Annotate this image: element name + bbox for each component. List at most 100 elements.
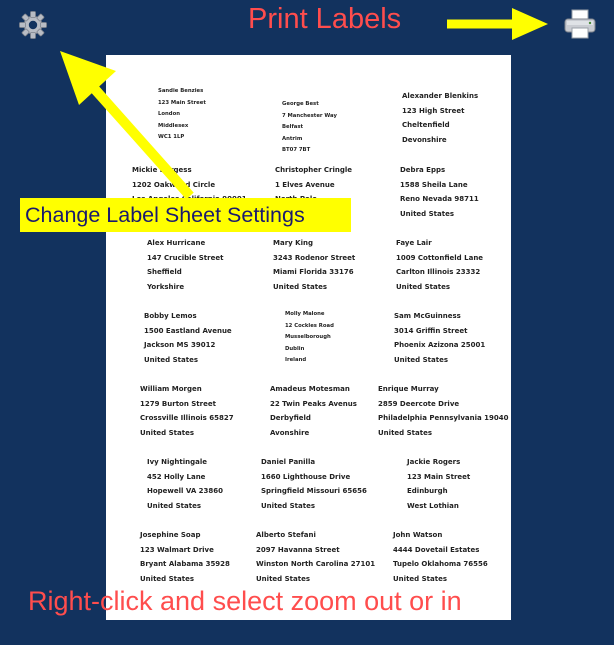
address-line: Mary King [273, 239, 313, 247]
address-line: John Watson [393, 531, 443, 539]
address-line: WC1 1LP [158, 134, 185, 140]
address-label: Sam McGuinness 3014 Griffin Street Phoenix… [394, 309, 485, 367]
address-line: 3014 Griffin Street [394, 326, 468, 335]
address-line: Derbyfield [270, 414, 311, 422]
address-label: William Morgen 1279 Burton Street Crossvil… [140, 382, 234, 440]
address-line: Middlesex [158, 122, 189, 129]
address-label: Daniel Panilla 1660 Lighthouse Drive Sprin… [261, 455, 367, 513]
address-line: Ireland [285, 357, 307, 363]
address-line: Philadelphia Pennsylvania 19040 [378, 414, 509, 422]
address-line: Devonshire [402, 135, 447, 144]
address-line: Cheltenfield [402, 121, 450, 129]
address-line: 1500 Eastland Avenue [144, 326, 232, 335]
address-label: Faye Lair 1009 Cottonfield Lane Carlton Il… [396, 236, 483, 294]
address-line: Dublin [285, 345, 305, 352]
address-line: 1279 Burton Street [140, 399, 216, 408]
gear-icon[interactable] [18, 10, 48, 40]
address-line: Christopher Cringle [275, 166, 353, 174]
address-line: Jackson MS 39012 [144, 341, 216, 349]
address-line: Phoenix Azizona 25001 [394, 341, 486, 349]
address-line: Crossville Illinois 65827 [140, 414, 234, 422]
address-line: Edinburgh [407, 487, 448, 495]
address-label: Mary King 3243 Rodenor Street Miami Florid… [273, 236, 355, 294]
address-label: George Best 7 Manchester Way Belfast Antrim… [282, 99, 337, 157]
address-line: Tupelo Oklahoma 76556 [393, 560, 488, 568]
zoom-hint: Right-click and select zoom out or in [28, 586, 462, 616]
address-line: United States [273, 282, 327, 291]
address-line: 1660 Lighthouse Drive [261, 472, 351, 481]
address-line: London [158, 111, 180, 117]
address-label: Bobby Lemos 1500 Eastland Avenue Jackson M… [144, 309, 232, 367]
address-line: 1202 Oakwood Circle [132, 180, 216, 189]
address-line: Antrim [282, 135, 303, 142]
address-line: 123 Walmart Drive [140, 545, 214, 554]
address-line: 4444 Dovetail Estates [393, 545, 480, 554]
address-label: Alex Hurricane 147 Crucible Street Sheffie… [147, 236, 223, 294]
label-sheet-preview[interactable]: Sandie Benzies 123 Main Street London Middl… [106, 55, 511, 620]
change-settings-callout: Change Label Sheet Settings [20, 198, 351, 232]
address-line: United States [140, 574, 194, 583]
address-line: Springfield Missouri 65656 [261, 487, 367, 495]
address-label: Debra Epps 1588 Sheila Lane Reno Nevada 98… [400, 163, 479, 221]
address-label: Ivy Nightingale 452 Holly Lane Hopewell VA… [147, 455, 223, 513]
address-line: Bryant Alabama 35928 [140, 560, 230, 568]
address-line: West Lothian [407, 501, 459, 510]
address-line: United States [394, 355, 448, 364]
address-line: Mickie Burgess [132, 166, 192, 174]
address-line: Hopewell VA 23860 [147, 487, 224, 495]
address-line: George Best [282, 101, 319, 107]
address-line: Sandie Benzies [158, 88, 204, 94]
address-line: Sheffield [147, 268, 182, 276]
address-line: Carlton Illinois 23332 [396, 268, 481, 276]
address-label: Enrique Murray 2859 Deercote Drive Philade… [378, 382, 509, 440]
address-line: United States [393, 574, 447, 583]
address-line: Miami Florida 33176 [273, 268, 354, 276]
address-line: United States [144, 355, 198, 364]
address-line: Alberto Stefani [256, 531, 316, 539]
address-line: 2097 Havanna Street [256, 545, 340, 554]
address-line: 2859 Deercote Drive [378, 399, 460, 408]
address-line: United States [378, 428, 432, 437]
address-line: William Morgen [140, 385, 202, 393]
address-line: 147 Crucible Street [147, 253, 224, 262]
address-label: Josephine Soap 123 Walmart Drive Bryant Al… [140, 528, 230, 586]
address-line: Sam McGuinness [394, 312, 461, 320]
address-line: United States [256, 574, 310, 583]
address-line: Amadeus Motesman [270, 385, 350, 393]
address-line: 12 Cockles Road [285, 322, 334, 329]
address-line: 7 Manchester Way [282, 112, 337, 119]
address-line: Daniel Panilla [261, 458, 316, 466]
address-line: Enrique Murray [378, 385, 439, 393]
address-line: Molly Malone [285, 311, 325, 317]
address-line: 1009 Cottonfield Lane [396, 253, 484, 262]
address-line: Jackie Rogers [407, 458, 461, 466]
address-line: 123 Main Street [158, 99, 206, 106]
address-line: 3243 Rodenor Street [273, 253, 356, 262]
address-line: Faye Lair [396, 239, 432, 247]
address-label: Molly Malone 12 Cockles Road Musselborough… [285, 309, 334, 367]
address-line: Musselborough [285, 334, 331, 340]
address-label: Jackie Rogers 123 Main Street Edinburgh Wes… [407, 455, 470, 513]
print-labels-title: Print Labels [248, 3, 402, 35]
address-line: United States [261, 501, 315, 510]
address-line: Avonshire [270, 428, 310, 437]
address-line: Belfast [282, 124, 304, 130]
address-line: United States [140, 428, 194, 437]
address-line: 1588 Sheila Lane [400, 180, 468, 189]
address-label: Alberto Stefani 2097 Havanna Street Winsto… [256, 528, 375, 586]
address-label: Alexander Blenkins 123 High Street Chelten… [402, 89, 478, 147]
address-line: United States [400, 209, 454, 218]
address-line: Alexander Blenkins [402, 92, 479, 100]
address-line: Reno Nevada 98711 [400, 195, 479, 203]
address-line: 123 Main Street [407, 472, 471, 481]
address-line: 452 Holly Lane [147, 472, 206, 481]
address-line: Alex Hurricane [147, 239, 206, 247]
address-line: 1 Elves Avenue [275, 180, 335, 189]
printer-icon[interactable] [563, 8, 597, 40]
address-line: 22 Twin Peaks Avenus [270, 399, 357, 408]
address-line: Winston North Carolina 27101 [256, 560, 376, 568]
address-line: Ivy Nightingale [147, 458, 208, 466]
address-line: United States [396, 282, 450, 291]
address-label: John Watson 4444 Dovetail Estates Tupelo O… [393, 528, 488, 586]
address-line: Bobby Lemos [144, 312, 197, 320]
